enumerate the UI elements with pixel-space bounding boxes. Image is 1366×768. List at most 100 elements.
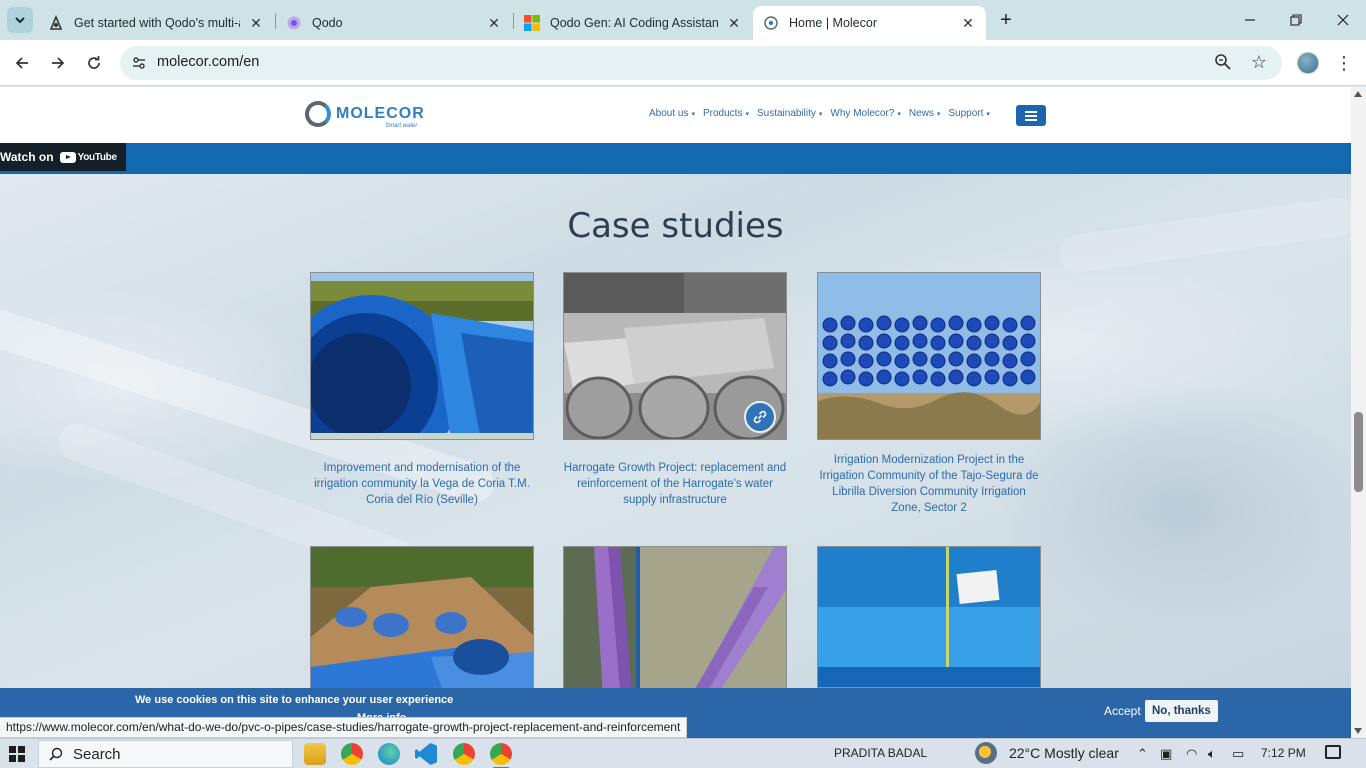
scrollbar-thumb[interactable] <box>1354 412 1363 492</box>
wifi-icon[interactable]: ◠ <box>1186 746 1197 762</box>
arrow-left-icon <box>15 57 28 69</box>
forward-button[interactable] <box>46 51 70 75</box>
restore-icon <box>1290 14 1302 26</box>
tab-title: Qodo Gen: AI Coding Assistant <box>550 16 718 30</box>
logo-text: MOLECOR <box>336 105 425 122</box>
vscode-icon[interactable] <box>415 743 437 765</box>
nav-about-us[interactable]: About us ▾ <box>649 108 695 119</box>
case-study-card[interactable]: Harrogate Growth Project: replacement an… <box>563 272 787 508</box>
case-study-title[interactable]: Irrigation Modernization Project in the … <box>817 452 1041 516</box>
link-icon[interactable] <box>744 401 776 433</box>
more-menu-icon[interactable]: ⋮ <box>1334 51 1354 75</box>
chevron-down-icon <box>15 17 25 24</box>
tab-title: Qodo <box>312 16 343 30</box>
page-scrollbar[interactable] <box>1351 87 1366 738</box>
close-icon <box>1337 14 1349 26</box>
case-study-title[interactable]: Improvement and modernisation of the irr… <box>310 460 534 508</box>
tab-qodo-docs[interactable]: Get started with Qodo's multi-a ✕ <box>38 6 274 40</box>
battery-icon[interactable]: ▭ <box>1232 746 1244 762</box>
reload-button[interactable] <box>82 51 106 75</box>
video-embed-strip: Watch on YouTube <box>0 143 1351 174</box>
new-tab-button[interactable]: + <box>996 10 1016 30</box>
cookie-message: We use cookies on this site to enhance y… <box>135 694 454 706</box>
hamburger-menu-icon[interactable] <box>1016 105 1046 126</box>
url-text[interactable]: molecor.com/en <box>157 54 259 70</box>
system-tray-app-icon[interactable]: ▣ <box>1160 746 1172 762</box>
chrome-profile-icon[interactable] <box>453 743 475 765</box>
case-study-card[interactable]: Improvement and modernisation of the irr… <box>310 272 534 508</box>
file-explorer-icon[interactable] <box>304 743 326 765</box>
nav-label: Support <box>948 108 984 119</box>
microsoft-store-icon <box>524 15 540 31</box>
minimize-button[interactable] <box>1238 8 1262 32</box>
molecor-logo-mark <box>305 101 331 127</box>
decline-cookies-button[interactable]: No, thanks <box>1145 700 1218 722</box>
restore-button[interactable] <box>1284 8 1308 32</box>
case-study-title[interactable]: Harrogate Growth Project: replacement an… <box>563 460 787 508</box>
youtube-label: YouTube <box>77 151 118 163</box>
case-study-image[interactable] <box>310 272 534 440</box>
nav-news[interactable]: News ▾ <box>909 108 941 119</box>
nav-label: About us <box>649 108 689 119</box>
youtube-logo-icon: YouTube <box>59 151 118 163</box>
qodo-docs-icon <box>48 15 64 31</box>
windows-start-icon[interactable] <box>9 746 25 762</box>
weather-text: 22°C Mostly clear <box>1009 745 1119 761</box>
nav-support[interactable]: Support ▾ <box>948 108 990 119</box>
site-header: MOLECOR Smart water About us ▾ Products ▾ … <box>0 87 1351 143</box>
tab-molecor[interactable]: Home | Molecor ✕ <box>753 6 986 40</box>
watch-on-youtube-button[interactable]: Watch on YouTube <box>0 143 126 171</box>
close-icon[interactable]: ✕ <box>726 15 742 31</box>
tab-title: Home | Molecor <box>789 16 877 30</box>
nav-products[interactable]: Products ▾ <box>703 108 749 119</box>
case-study-image[interactable] <box>563 272 787 440</box>
scroll-down-icon[interactable] <box>1354 728 1362 734</box>
case-study-card[interactable]: Irrigation Modernization Project in the … <box>817 272 1041 516</box>
close-icon[interactable]: ✕ <box>960 15 976 31</box>
back-button[interactable] <box>10 51 34 75</box>
show-hidden-icons-chevron-icon[interactable]: ⌃ <box>1137 746 1148 762</box>
caret-down-icon: ▾ <box>986 111 990 118</box>
taskbar-search-box[interactable]: Search <box>38 740 293 768</box>
qodo-icon <box>286 15 302 31</box>
nav-why-molecor[interactable]: Why Molecor? ▾ <box>830 108 900 119</box>
profile-avatar[interactable] <box>1297 52 1319 74</box>
nav-sustainability[interactable]: Sustainability ▾ <box>757 108 822 119</box>
bookmark-star-icon[interactable]: ☆ <box>1248 51 1270 73</box>
scroll-up-icon[interactable] <box>1354 91 1362 97</box>
accept-cookies-button[interactable]: Accept <box>1099 701 1146 721</box>
logo-tagline: Smart water <box>385 123 418 129</box>
nav-label: Why Molecor? <box>830 108 895 119</box>
weather-widget[interactable]: 22°C Mostly clear <box>975 742 1119 764</box>
tab-title: Get started with Qodo's multi-a <box>74 16 240 30</box>
taskbar-clock[interactable]: 7:12 PM <box>1261 746 1306 760</box>
minimize-icon <box>1245 19 1255 21</box>
caret-down-icon: ▾ <box>818 111 823 118</box>
zoom-icon[interactable] <box>1214 53 1234 73</box>
tab-search-button[interactable] <box>7 7 33 33</box>
chrome-active-icon[interactable] <box>490 743 512 768</box>
site-info-icon[interactable] <box>128 52 150 74</box>
close-icon[interactable]: ✕ <box>486 15 502 31</box>
watch-on-label: Watch on <box>0 150 54 164</box>
chrome-icon[interactable] <box>341 743 363 765</box>
edge-icon[interactable] <box>378 743 400 765</box>
windows-taskbar: Search PRADITA BADAL 22°C Mostly clear ⌃… <box>0 738 1366 768</box>
tab-qodo[interactable]: Qodo ✕ <box>276 6 512 40</box>
nav-label: News <box>908 108 934 119</box>
caret-down-icon: ▾ <box>936 111 941 118</box>
notification-center-icon[interactable] <box>1325 745 1341 759</box>
molecor-logo[interactable]: MOLECOR Smart water <box>305 101 425 129</box>
close-icon[interactable]: ✕ <box>248 15 264 31</box>
link-status-bubble: https://www.molecor.com/en/what-do-we-do… <box>0 717 688 738</box>
taskbar-search-label: Search <box>73 745 121 763</box>
search-icon <box>49 747 63 761</box>
tab-qodo-gen[interactable]: Qodo Gen: AI Coding Assistant ✕ <box>514 6 752 40</box>
caret-down-icon: ▾ <box>745 111 749 118</box>
case-study-image[interactable] <box>817 272 1041 440</box>
nav-label: Products <box>703 108 743 119</box>
volume-icon[interactable]: 🔈︎ <box>1208 746 1216 762</box>
address-bar[interactable]: molecor.com/en ☆ <box>120 46 1282 80</box>
close-window-button[interactable] <box>1331 8 1355 32</box>
tab-bar: Get started with Qodo's multi-a ✕ Qodo ✕… <box>0 0 1366 40</box>
